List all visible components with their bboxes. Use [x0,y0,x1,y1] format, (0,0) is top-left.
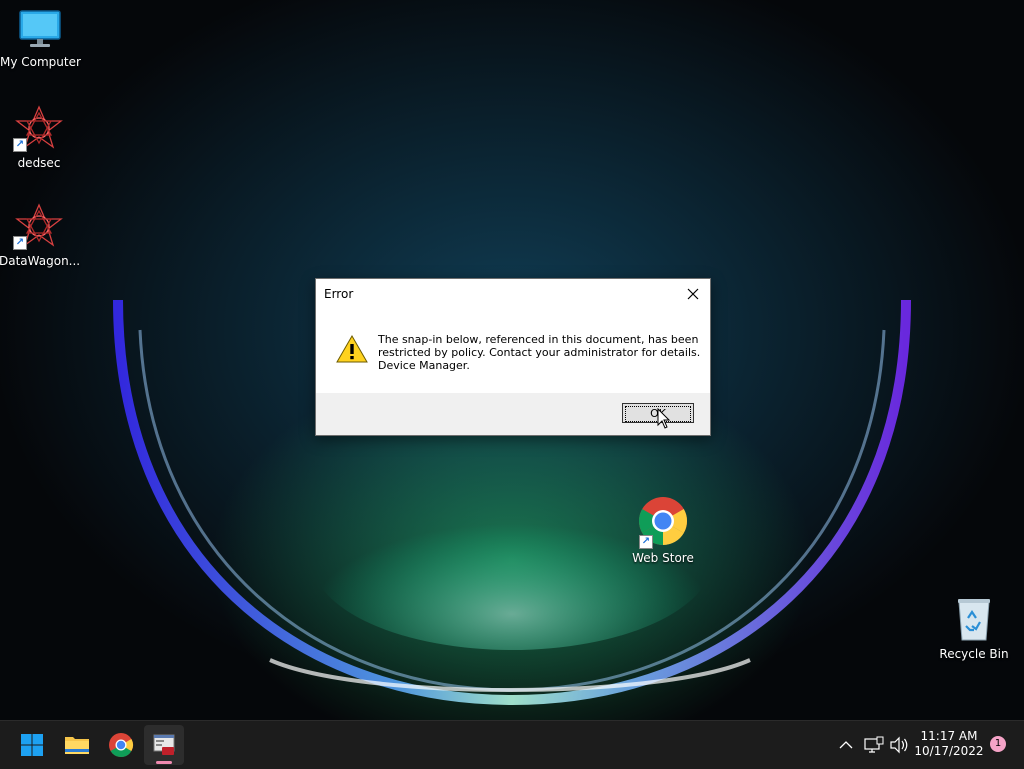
clock-date: 10/17/2022 [914,744,984,758]
dialog-message: The snap-in below, referenced in this do… [378,333,701,372]
desktop-icon-label: dedsec [17,156,61,170]
chrome-icon [109,733,134,758]
chrome-taskbar-button[interactable] [101,725,141,765]
show-hidden-icons-button[interactable] [836,729,856,761]
close-button[interactable] [682,283,704,305]
dialog-footer: OK [316,393,710,435]
desktop-icon-dedsec[interactable]: ↗ dedsec [0,105,79,170]
active-indicator [156,761,172,764]
warning-icon [336,335,368,363]
shortcut-arrow-icon: ↗ [639,535,653,549]
message-line: restricted by policy. Contact your admin… [378,346,701,359]
dialog-title: Error [324,287,354,301]
folder-icon [65,737,89,754]
close-icon [687,288,699,300]
desktop-icon-recycle-bin[interactable]: Recycle Bin [934,596,1014,661]
recycle-bin-icon [958,599,990,641]
desktop-icon-label: My Computer [0,55,81,69]
desktop-icon-label: DataWagon... [0,254,81,268]
desktop-icon-web-store[interactable]: ↗ Web Store [623,496,703,565]
message-line: The snap-in below, referenced in this do… [378,333,699,346]
mouse-cursor-icon [657,408,671,429]
volume-icon [890,736,908,754]
desktop-icon-label: Recycle Bin [939,647,1009,661]
toolbox-icon [153,734,175,755]
network-icon [864,736,884,753]
clock[interactable]: 11:17 AM 10/17/2022 [914,729,984,759]
windows-icon [21,734,43,756]
file-explorer-button[interactable] [57,725,97,765]
shortcut-arrow-icon: ↗ [13,236,27,250]
network-button[interactable] [862,729,886,761]
desktop-icon-datawagon[interactable]: ↗ DataWagon... [0,203,81,268]
notification-badge[interactable]: 1 [990,736,1006,752]
error-dialog: Error The snap-in below, referenced in t… [315,278,711,436]
start-button[interactable] [12,725,52,765]
message-line: Device Manager. [378,359,470,372]
taskbar: 11:17 AM 10/17/2022 1 [0,720,1024,769]
monitor-icon [19,10,61,47]
clock-time: 11:17 AM [920,729,978,743]
volume-button[interactable] [888,729,912,761]
desktop-icon-my-computer[interactable]: My Computer [0,8,81,69]
mmc-taskbar-button[interactable] [144,725,184,765]
shortcut-arrow-icon: ↗ [13,138,27,152]
desktop-icon-label: Web Store [632,551,694,565]
chevron-up-icon [839,741,853,749]
